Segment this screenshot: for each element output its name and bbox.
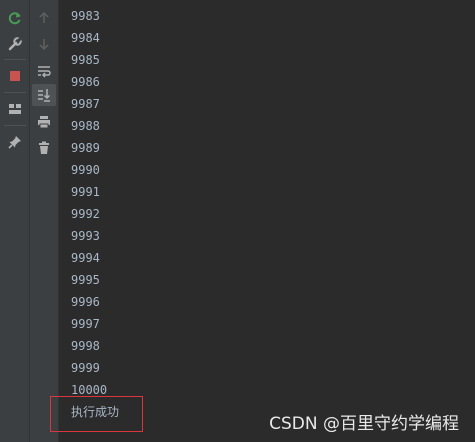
toolbar-separator bbox=[4, 59, 26, 60]
console-line: 9998 bbox=[71, 339, 100, 353]
arrow-down-icon bbox=[39, 39, 49, 51]
run-toolbar-left bbox=[0, 0, 30, 442]
console-line: 9996 bbox=[71, 295, 100, 309]
soft-wrap-button[interactable] bbox=[32, 60, 56, 82]
stop-icon bbox=[10, 71, 20, 81]
wrench-icon bbox=[8, 37, 22, 51]
console-line: 9995 bbox=[71, 273, 100, 287]
scroll-to-end-button[interactable] bbox=[32, 84, 56, 106]
console-line: 9984 bbox=[71, 31, 100, 45]
console-line: 9986 bbox=[71, 75, 100, 89]
previous-occurrence-button[interactable] bbox=[32, 7, 56, 29]
console-line: 9990 bbox=[71, 163, 100, 177]
clear-all-button[interactable] bbox=[32, 137, 56, 159]
pin-button[interactable] bbox=[3, 131, 27, 153]
console-line: 9997 bbox=[71, 317, 100, 331]
console-line: 9987 bbox=[71, 97, 100, 111]
print-icon bbox=[38, 116, 50, 129]
trash-icon bbox=[39, 141, 49, 154]
console-line: 9994 bbox=[71, 251, 100, 265]
layout-button[interactable] bbox=[3, 98, 27, 120]
run-toolbar-right bbox=[30, 0, 59, 442]
console-output[interactable]: 9983 9984 9985 9986 9987 9988 9989 9990 … bbox=[59, 0, 475, 442]
console-line: 9993 bbox=[71, 229, 100, 243]
next-occurrence-button[interactable] bbox=[32, 33, 56, 55]
toolbar-separator bbox=[4, 92, 26, 93]
scroll-to-end-icon bbox=[38, 89, 51, 102]
console-line: 9983 bbox=[71, 9, 100, 23]
rerun-icon bbox=[8, 12, 21, 25]
highlight-box bbox=[50, 396, 143, 432]
rerun-button[interactable] bbox=[3, 7, 27, 29]
arrow-up-icon bbox=[39, 11, 49, 23]
layout-icon bbox=[9, 104, 21, 114]
print-button[interactable] bbox=[32, 111, 56, 133]
console-line: 9985 bbox=[71, 53, 100, 67]
stop-button[interactable] bbox=[3, 65, 27, 87]
pin-icon bbox=[8, 136, 21, 149]
run-tool-window: 9983 9984 9985 9986 9987 9988 9989 9990 … bbox=[0, 0, 475, 442]
console-line: 9989 bbox=[71, 141, 100, 155]
toolbar-separator bbox=[4, 125, 26, 126]
console-line: 9988 bbox=[71, 119, 100, 133]
console-line: 9992 bbox=[71, 207, 100, 221]
watermark: CSDN @百里守约学编程 bbox=[269, 414, 459, 434]
soft-wrap-icon bbox=[38, 66, 51, 78]
console-line: 9999 bbox=[71, 361, 100, 375]
settings-button[interactable] bbox=[3, 33, 27, 55]
console-line: 9991 bbox=[71, 185, 100, 199]
